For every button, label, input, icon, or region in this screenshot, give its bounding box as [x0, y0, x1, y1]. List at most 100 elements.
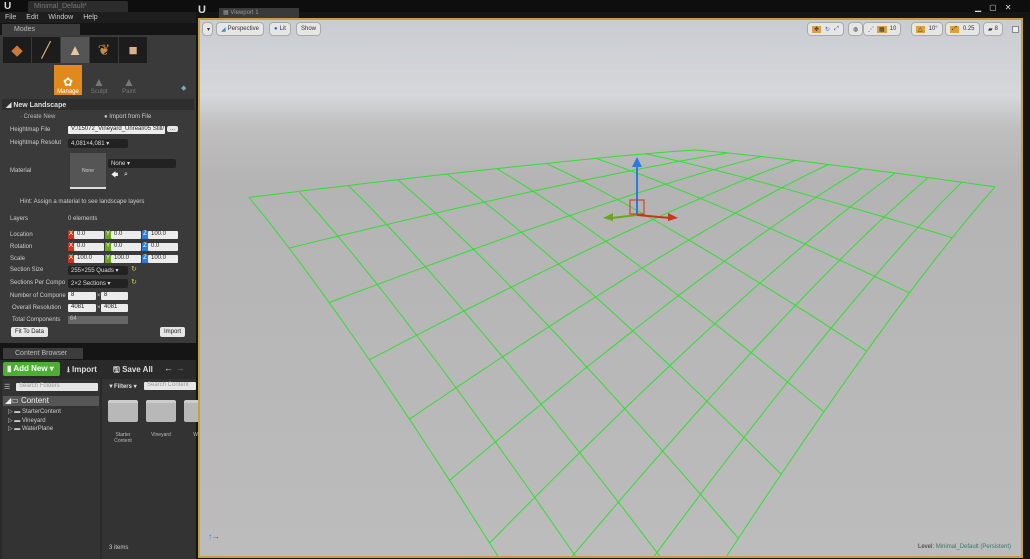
add-new-button[interactable]: ▮ Add New ▾: [3, 362, 60, 376]
grid-snap[interactable]: ⋰ ▦ 10: [863, 22, 902, 36]
tab-viewport[interactable]: ▦ Viewport 1: [219, 8, 299, 18]
section-size-select[interactable]: 255×255 Quads ▾: [68, 266, 128, 275]
browse-button[interactable]: ...: [167, 126, 179, 132]
download-icon: ⭳: [67, 365, 70, 374]
lit-sphere-icon: ●: [274, 26, 278, 32]
search-content-input[interactable]: Search Content: [144, 382, 196, 390]
tree-item-folder[interactable]: ▷ ▬ WaterPlane: [8, 425, 53, 432]
level-indicator: Level: Minimal_Default (Persistent): [918, 544, 1012, 550]
fit-to-data-button[interactable]: Fit To Data: [11, 327, 48, 337]
section-new-landscape[interactable]: ◢ New Landscape: [2, 99, 194, 110]
scale-y-input[interactable]: 100.0: [111, 255, 141, 263]
viewport-options-button[interactable]: ▾: [202, 22, 213, 36]
document-tab[interactable]: Minimal_Default*: [28, 1, 128, 12]
maximize-icon[interactable]: ▢: [989, 3, 997, 12]
back-icon[interactable]: ←: [164, 363, 173, 373]
sections-per-select[interactable]: 2×2 Sections ▾: [68, 279, 128, 288]
tree-item-content[interactable]: ◢▭ Content: [3, 396, 99, 406]
num-components-y[interactable]: 8: [101, 292, 128, 300]
perspective-button[interactable]: ◢ Perspective: [216, 22, 264, 36]
tool-sculpt[interactable]: ▲ Sculpt: [85, 65, 113, 95]
scale-z-input[interactable]: 100.0: [148, 255, 178, 263]
use-selected-arrow-icon[interactable]: 🡄: [111, 171, 118, 182]
world-local-button[interactable]: ◍: [848, 22, 864, 36]
num-components-x[interactable]: 8: [68, 292, 96, 300]
folder-icon: ▬: [14, 417, 21, 424]
close-icon[interactable]: ✕: [1005, 3, 1012, 12]
material-select[interactable]: None ▾: [108, 159, 176, 168]
title-bar: [0, 0, 1030, 12]
camera-speed-icon: ▰: [988, 26, 993, 33]
menu-help[interactable]: Help: [83, 14, 97, 21]
overall-res-y[interactable]: 4081: [101, 304, 128, 312]
browse-search-icon[interactable]: ⌕: [124, 171, 128, 179]
tool-manage[interactable]: ✿ Manage: [54, 65, 82, 95]
location-label: Location: [10, 232, 33, 238]
minimize-icon[interactable]: ▁: [975, 3, 981, 12]
transform-gizmo[interactable]: [200, 20, 1021, 556]
import-cb-button[interactable]: ⭳ Import: [67, 364, 97, 378]
forward-icon[interactable]: →: [176, 363, 185, 373]
viewport[interactable]: ↑→ Level: Minimal_Default (Persistent): [198, 18, 1023, 558]
foliage-mode-icon[interactable]: ❦: [90, 37, 118, 63]
layers-label: Layers: [10, 216, 29, 222]
heightmap-file-input[interactable]: V:/15072_Vineyard_Unreal/05 Still/: [68, 126, 165, 134]
menu-file[interactable]: File: [5, 14, 16, 21]
transform-tools: ✥ ↻ ⤢: [807, 22, 844, 36]
radio-create-new[interactable]: · Create New: [20, 114, 55, 120]
scale-x-input[interactable]: 100.0: [74, 255, 104, 263]
heightmap-res-select[interactable]: 4,081×4,081 ▾: [68, 139, 128, 148]
asset-tile[interactable]: Starter Content: [108, 400, 138, 450]
tree-item-folder[interactable]: ▷ ▬ Vineyard: [8, 417, 46, 424]
paint-mode-icon[interactable]: ╱: [32, 37, 60, 63]
search-folders-input[interactable]: Search Folders: [16, 383, 98, 391]
overall-res-x[interactable]: 4081: [68, 304, 96, 312]
save-all-button[interactable]: 🖫 Save All: [113, 364, 153, 378]
scale-icon[interactable]: ⤢: [834, 26, 839, 33]
sculpt-icon: ▲: [93, 75, 105, 89]
location-x-input[interactable]: 0.0: [74, 231, 104, 239]
maximize-viewport-button[interactable]: [1012, 26, 1019, 33]
lit-button[interactable]: ● Lit: [269, 22, 291, 36]
rotation-z-input[interactable]: 0.0: [148, 243, 178, 251]
scale-snap-icon: ⤢: [950, 25, 959, 33]
total-components-label: Total Components: [12, 317, 61, 323]
reset-icon[interactable]: ↻: [131, 278, 137, 286]
scale-snap[interactable]: ⤢ 0.25: [945, 22, 980, 36]
landscape-mode-icon[interactable]: ▲: [61, 37, 89, 63]
rotation-y-input[interactable]: 0.0: [111, 243, 141, 251]
location-z-input[interactable]: 100.0: [148, 231, 178, 239]
folder-icon: ▬: [14, 426, 21, 432]
rotation-label: Rotation: [10, 244, 33, 250]
rotation-snap[interactable]: △ 10°: [911, 22, 943, 36]
menu-bar: File Edit Window Help: [0, 12, 196, 23]
tab-content-browser[interactable]: Content Browser: [3, 348, 83, 359]
material-thumbnail[interactable]: None: [70, 153, 106, 189]
tree-toggle-icon[interactable]: ☰: [4, 383, 10, 391]
tool-paint[interactable]: ▲ Paint: [115, 65, 143, 95]
asset-tile[interactable]: Vineyard: [146, 400, 176, 450]
total-components-value: 64: [68, 316, 128, 324]
num-components-label: Number of Compone: [10, 293, 66, 299]
translate-icon[interactable]: ✥: [812, 25, 822, 33]
import-button[interactable]: Import: [160, 327, 186, 337]
show-button[interactable]: Show: [296, 22, 322, 36]
gizmo-x-arrow: [668, 213, 678, 221]
material-label: Material: [10, 168, 32, 174]
help-icon[interactable]: ◆: [181, 84, 186, 92]
filters-button[interactable]: ▼Filters ▾: [108, 383, 137, 390]
tab-modes[interactable]: Modes: [2, 24, 80, 35]
layers-value: 0 elements: [68, 216, 98, 222]
radio-import-from-file[interactable]: ● Import from File: [104, 114, 151, 120]
camera-speed[interactable]: ▰ 8: [983, 22, 1003, 36]
rotation-x-input[interactable]: 0.0: [74, 243, 104, 251]
rotate-icon[interactable]: ↻: [825, 26, 830, 33]
geometry-mode-icon[interactable]: ■: [119, 37, 147, 63]
place-mode-icon[interactable]: ◆: [3, 37, 31, 63]
reset-icon[interactable]: ↻: [131, 265, 137, 273]
location-y-input[interactable]: 0.0: [111, 231, 141, 239]
menu-edit[interactable]: Edit: [26, 14, 38, 21]
save-icon: 🖫: [113, 365, 120, 374]
tree-item-folder[interactable]: ▷ ▬ StarterContent: [8, 408, 61, 415]
menu-window[interactable]: Window: [48, 14, 73, 21]
